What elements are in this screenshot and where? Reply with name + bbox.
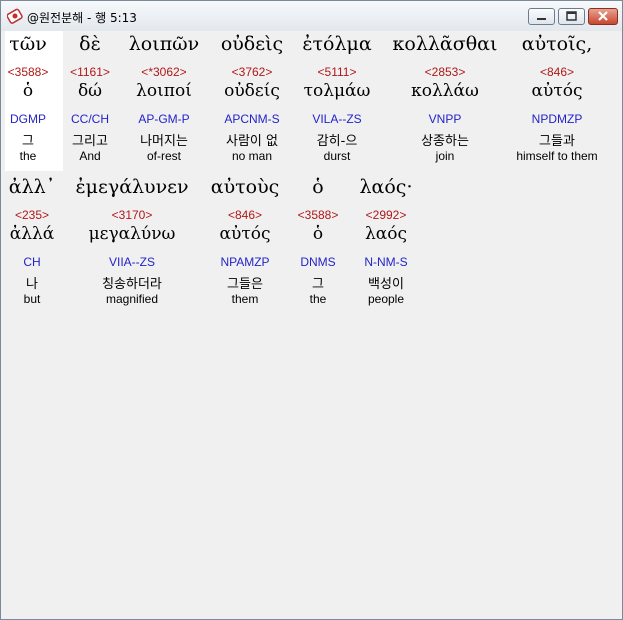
english-gloss: durst (323, 149, 351, 163)
strong-number: <2992> (365, 208, 407, 222)
strong-number: <2853> (424, 65, 466, 79)
strong-number: <3170> (111, 208, 153, 222)
english-gloss: the (19, 149, 37, 163)
greek-word: λαός· (359, 176, 413, 198)
english-gloss: magnified (105, 292, 159, 306)
lemma: ἀλλά (9, 224, 55, 244)
maximize-button[interactable] (558, 8, 585, 25)
parsing-code: N-NM-S (364, 255, 408, 269)
strong-number: <*3062> (141, 65, 187, 79)
strong-number: <1161> (70, 65, 110, 79)
korean-gloss: 나머지는 (140, 134, 188, 149)
korean-gloss: 백성이 (368, 277, 404, 292)
korean-gloss: 그 (312, 277, 324, 292)
minimize-icon (529, 9, 554, 24)
korean-gloss: 칭송하더라 (102, 277, 162, 292)
korean-gloss: 그 (22, 134, 34, 149)
greek-word: ἐμεγάλυνεν (75, 176, 189, 198)
title-bar[interactable]: @원전분해 - 행 5:13 (1, 1, 622, 31)
greek-word: αὐτοῖς, (521, 33, 593, 55)
lemma: αὐτός (531, 81, 583, 101)
greek-word: οὐδεὶς (220, 33, 284, 55)
parsing-code: AP-GM-P (138, 112, 190, 126)
korean-gloss: 나 (26, 277, 38, 292)
english-gloss: himself to them (516, 149, 598, 163)
english-gloss: but (23, 292, 41, 306)
korean-gloss: 그들과 (539, 134, 575, 149)
english-gloss: people (367, 292, 405, 306)
interlinear-panel: τῶν <3588> ὁ DGMP 그 the δὲ <1161> δώ CC/CH 그리고 And λ… (5, 31, 619, 616)
lemma: λαός (364, 224, 408, 244)
greek-word: τῶν (9, 33, 47, 55)
strong-number: <846> (227, 208, 263, 222)
strong-number: <235> (14, 208, 50, 222)
close-button[interactable] (588, 8, 618, 25)
english-gloss: And (79, 149, 101, 163)
greek-word: λοιπῶν (128, 33, 200, 55)
strong-number: <3588> (297, 208, 339, 222)
strong-number: <5111> (317, 65, 357, 79)
app-logo-icon (6, 8, 23, 24)
window-title: @원전분해 - 행 5:13 (27, 11, 137, 25)
parsing-code: DGMP (10, 112, 46, 126)
english-gloss: the (309, 292, 327, 306)
english-gloss: them (231, 292, 259, 306)
greek-word: δὲ (79, 33, 101, 55)
korean-gloss: 사람이 없 (226, 134, 278, 149)
parsing-code: VILA--ZS (312, 112, 362, 126)
korean-gloss: 감히-으 (316, 134, 358, 149)
parsing-code: VNPP (428, 112, 462, 126)
greek-word: κολλᾶσθαι (392, 33, 498, 55)
parsing-code: NPAMZP (220, 255, 270, 269)
app-window: @원전분해 - 행 5:13 τῶν <3588> ὁ DGMP 그 the δὲ <1161… (0, 0, 623, 620)
greek-word: ἀλλ᾽ (8, 176, 56, 198)
parsing-code: CH (23, 255, 41, 269)
parsing-code: CC/CH (71, 112, 109, 126)
parsing-code: VIIA--ZS (108, 255, 156, 269)
korean-gloss: 그들은 (227, 277, 263, 292)
lemma: ὁ (312, 224, 324, 244)
lemma: δώ (77, 81, 103, 101)
close-icon (589, 9, 617, 24)
greek-word: ὁ (312, 176, 324, 198)
parsing-code: NPDMZP (531, 112, 583, 126)
korean-gloss: 상종하는 (421, 134, 469, 149)
greek-word: αὐτοὺς (210, 176, 280, 198)
english-gloss: of-rest (146, 149, 182, 163)
strong-number: <846> (539, 65, 575, 79)
strong-number: <3762> (231, 65, 273, 79)
greek-word: ἐτόλμα (302, 33, 372, 55)
english-gloss: no man (231, 149, 273, 163)
parsing-code: DNMS (300, 255, 336, 269)
strong-number: <3588> (7, 65, 49, 79)
lemma: οὐδείς (224, 81, 280, 101)
korean-gloss: 그리고 (72, 134, 108, 149)
lemma: αὐτός (219, 224, 271, 244)
lemma: ὁ (22, 81, 34, 101)
english-gloss: join (435, 149, 455, 163)
lemma: μεγαλύνω (88, 224, 176, 244)
maximize-icon (559, 9, 584, 24)
lemma: τολμάω (303, 81, 371, 101)
parsing-code: APCNM-S (224, 112, 280, 126)
lemma: κολλάω (411, 81, 479, 101)
lemma: λοιποί (136, 81, 192, 101)
minimize-button[interactable] (528, 8, 555, 25)
